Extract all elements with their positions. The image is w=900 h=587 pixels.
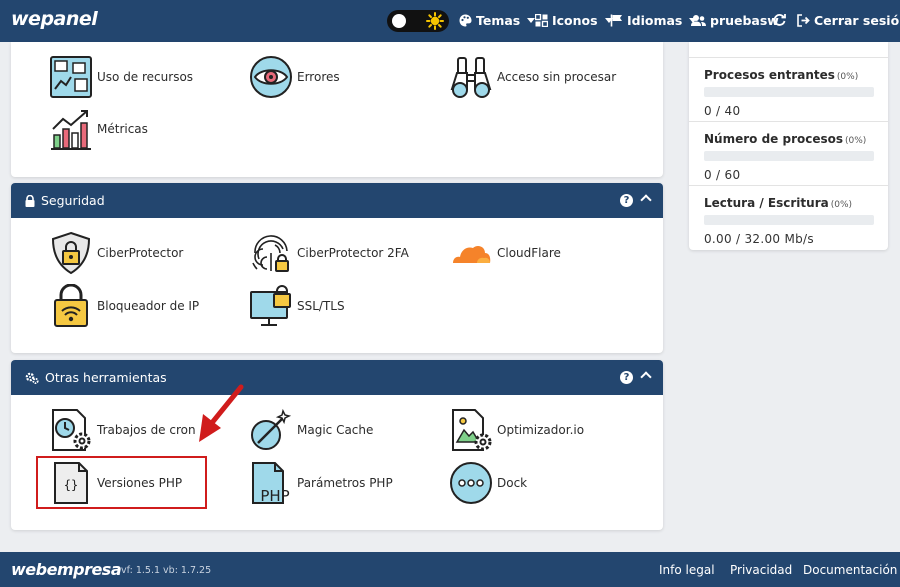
shield-lock-icon: [51, 231, 91, 275]
chevron-up-icon[interactable]: [640, 194, 652, 206]
eye-icon: [250, 56, 292, 98]
security-panel-title: Seguridad: [41, 193, 105, 208]
magic-wand-icon: [251, 408, 292, 450]
red-arrow-icon: [199, 384, 244, 442]
highlight-box: [36, 456, 207, 509]
nav-user[interactable]: pruebasw: [691, 13, 779, 28]
other-tools-panel-header[interactable]: Otras herramientas ?: [11, 360, 663, 395]
tool-trabajos-cron-label: Trabajos de cron: [97, 423, 196, 437]
footer-link-privacidad[interactable]: Privacidad: [730, 563, 792, 577]
nav-user-label: pruebasw: [710, 13, 779, 28]
stat-value: 0.00 / 32.00 Mb/s: [704, 232, 814, 246]
nav-idiomas[interactable]: Idiomas: [610, 13, 698, 28]
tool-uso-recursos-label: Uso de recursos: [97, 70, 194, 84]
tool-errores-label: Errores: [297, 70, 340, 84]
logout-icon: [797, 14, 810, 27]
flag-icon: [610, 14, 622, 27]
nav-temas-label: Temas: [476, 13, 521, 28]
tool-bloqueador-ip-label: Bloqueador de IP: [97, 299, 200, 313]
stat-lectura-escritura: Lectura / Escritura (0%) 0.00 / 32.00 Mb/…: [704, 196, 874, 246]
wepanel-logo[interactable]: wepanel: [11, 8, 98, 30]
progress-bar: [704, 151, 874, 161]
monitor-lock-icon: [250, 285, 291, 326]
image-optimizer-icon: [452, 409, 492, 451]
stat-label: Procesos entrantes: [704, 68, 835, 82]
php-file-icon: PHP: [252, 462, 290, 505]
stat-percent: (0%): [845, 136, 867, 146]
nav-logout[interactable]: Cerrar sesión: [797, 13, 900, 28]
theme-toggle[interactable]: [387, 10, 449, 32]
tool-acceso-sin-procesar[interactable]: Acceso sin procesar: [449, 55, 616, 99]
help-icon[interactable]: ?: [620, 371, 633, 384]
palette-icon: [459, 14, 472, 27]
stat-numero-procesos: Número de procesos (0%) 0 / 60: [704, 132, 874, 182]
help-icon[interactable]: ?: [620, 194, 633, 207]
other-tools-panel-title: Otras herramientas: [45, 370, 167, 385]
cron-clock-icon: [52, 409, 91, 451]
progress-bar: [704, 215, 874, 225]
tool-optimizador-label: Optimizador.io: [497, 423, 585, 437]
tool-ciberprotector-2fa-label: CiberProtector 2FA: [297, 246, 409, 260]
footer-link-documentacion[interactable]: Documentación: [803, 563, 897, 577]
footer-link-info-legal[interactable]: Info legal: [659, 563, 715, 577]
tool-bloqueador-ip[interactable]: Bloqueador de IP: [49, 284, 199, 328]
chevron-up-icon[interactable]: [640, 371, 652, 383]
tool-uso-recursos[interactable]: Uso de recursos: [49, 55, 193, 99]
wifi-lock-icon: [54, 284, 88, 327]
nav-logout-label: Cerrar sesión: [814, 13, 900, 28]
lock-icon: [25, 194, 35, 207]
tool-trabajos-cron[interactable]: Trabajos de cron: [49, 408, 196, 452]
nav-idiomas-label: Idiomas: [627, 13, 683, 28]
refresh-icon[interactable]: [773, 13, 786, 26]
tool-ssl-tls-label: SSL/TLS: [297, 299, 345, 313]
tool-cloudflare-label: CloudFlare: [497, 246, 561, 260]
nav-iconos[interactable]: Iconos: [535, 13, 613, 28]
footer: webempresa vf: 1.5.1 vb: 1.7.25 Info leg…: [0, 552, 900, 587]
stat-value: 0 / 40: [704, 104, 741, 118]
tool-metricas[interactable]: Métricas: [49, 107, 148, 151]
stat-label: Número de procesos: [704, 132, 844, 146]
tool-ciberprotector-label: CiberProtector: [97, 246, 184, 260]
binoculars-icon: [450, 57, 492, 98]
security-panel-header[interactable]: Seguridad ?: [11, 183, 663, 218]
tool-ciberprotector-2fa[interactable]: CiberProtector 2FA: [249, 231, 409, 275]
nav-iconos-label: Iconos: [552, 13, 598, 28]
cloudflare-icon: [453, 245, 491, 263]
tool-metricas-label: Métricas: [97, 122, 148, 136]
svg-text:PHP: PHP: [260, 487, 289, 505]
top-navbar: wepanel Temas Iconos Idiomas pruebasw Ce…: [0, 0, 900, 42]
tool-errores[interactable]: Errores: [249, 55, 340, 99]
tool-parametros-php[interactable]: PHP Parámetros PHP: [249, 461, 393, 505]
tool-dock[interactable]: Dock: [449, 461, 527, 505]
resource-usage-icon: [50, 56, 92, 98]
stat-label: Lectura / Escritura: [704, 196, 829, 210]
stat-percent: (0%): [836, 72, 859, 82]
icons-grid-icon: [535, 14, 548, 27]
toggle-knob: [392, 14, 406, 28]
tool-ssl-tls[interactable]: SSL/TLS: [249, 284, 345, 328]
tool-magic-cache-label: Magic Cache: [297, 423, 374, 437]
webempresa-logo[interactable]: webempresa: [11, 560, 122, 579]
nav-temas[interactable]: Temas: [459, 13, 536, 28]
dock-dots-icon: [450, 462, 492, 504]
gears-icon: [25, 372, 39, 384]
resource-stats-card: Procesos entrantes (0%) 0 / 40 Número de …: [689, 42, 888, 250]
bar-chart-icon: [51, 110, 91, 150]
stat-percent: (0%): [830, 200, 853, 210]
stat-value: 0 / 60: [704, 168, 741, 182]
tool-magic-cache[interactable]: Magic Cache: [249, 408, 373, 452]
tool-acceso-sin-procesar-label: Acceso sin procesar: [497, 70, 617, 84]
tool-ciberprotector[interactable]: CiberProtector: [49, 231, 183, 275]
stat-procesos-entrantes: Procesos entrantes (0%) 0 / 40: [704, 68, 874, 118]
sun-icon: [426, 12, 444, 30]
tool-optimizador[interactable]: Optimizador.io: [449, 408, 584, 452]
fingerprint-lock-icon: [252, 235, 289, 272]
tool-cloudflare[interactable]: CloudFlare: [449, 231, 561, 275]
tool-parametros-php-label: Parámetros PHP: [297, 476, 393, 490]
users-icon: [691, 15, 706, 26]
version-text: vf: 1.5.1 vb: 1.7.25: [121, 565, 212, 576]
progress-bar: [704, 87, 874, 97]
tool-dock-label: Dock: [497, 476, 528, 490]
